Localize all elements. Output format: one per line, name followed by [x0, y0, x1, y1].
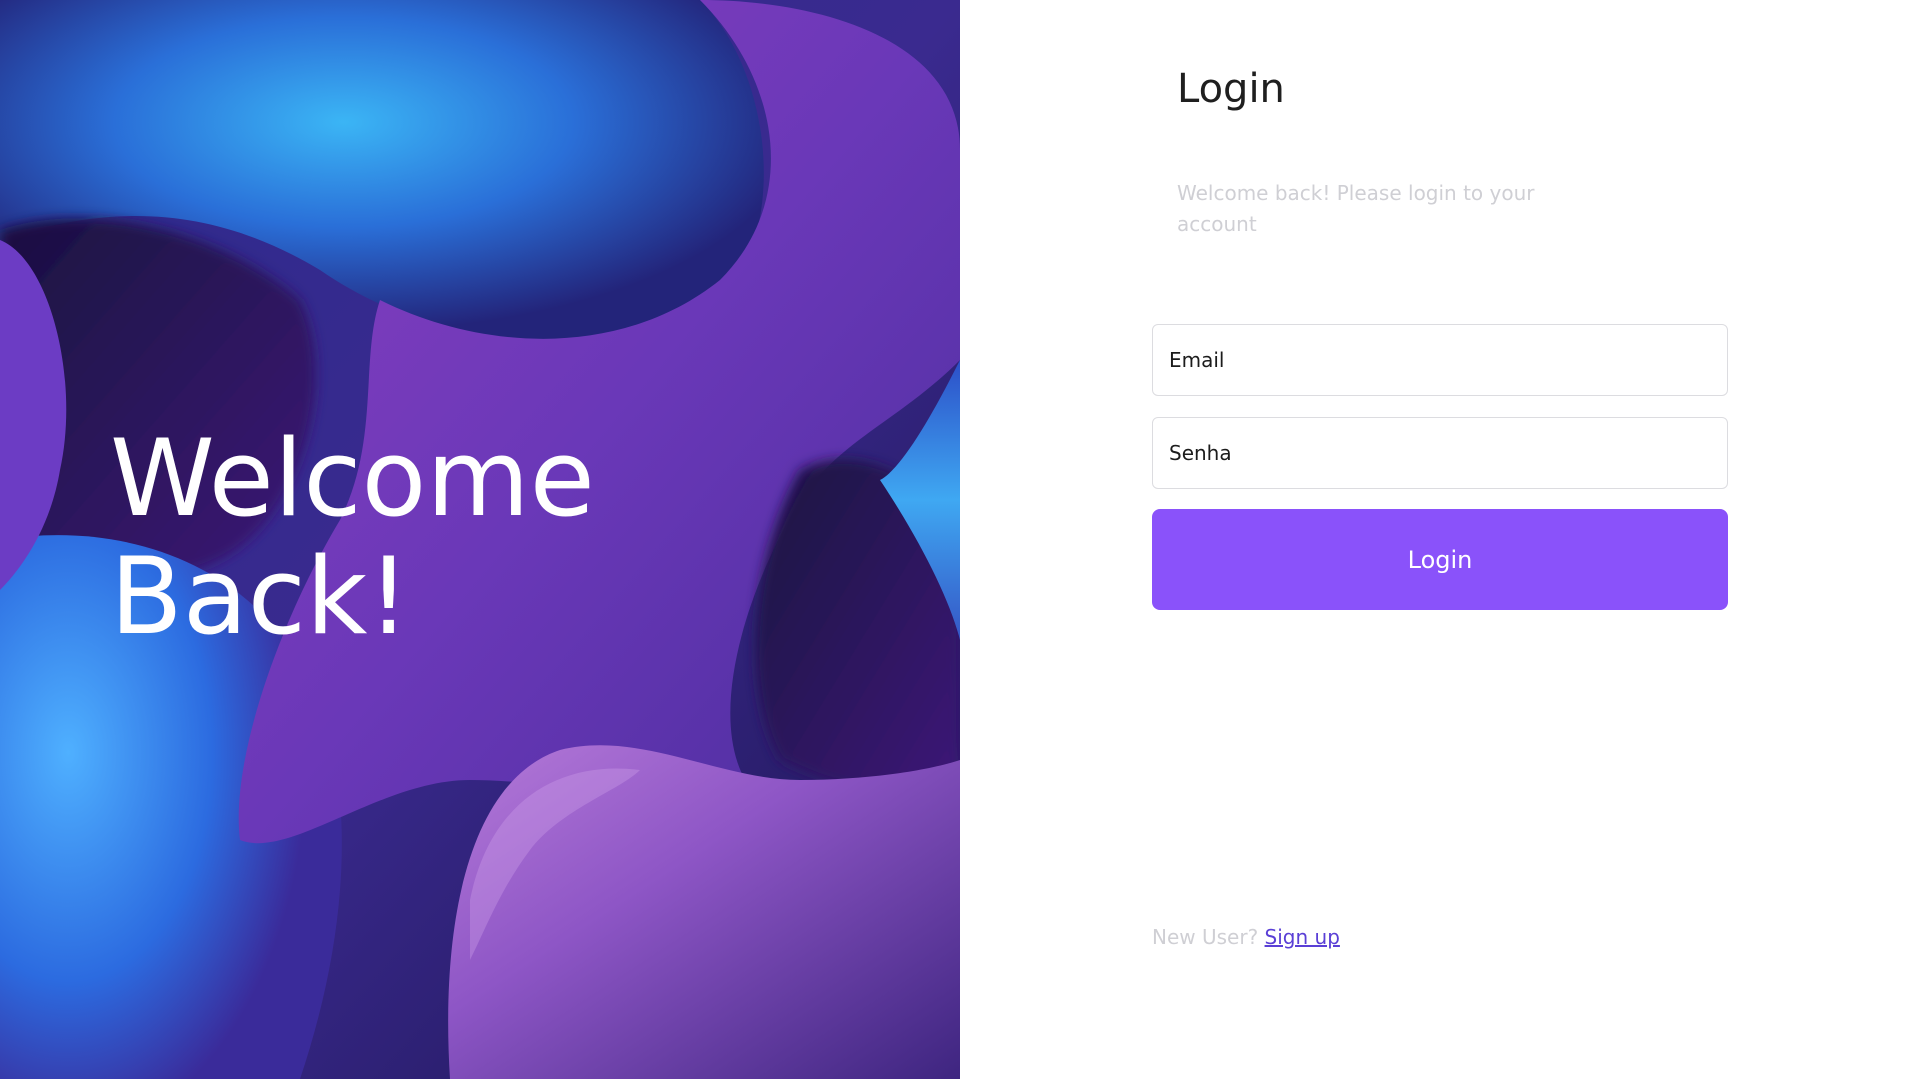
- login-subtitle: Welcome back! Please login to your accou…: [1177, 181, 1535, 236]
- login-button[interactable]: Login: [1152, 509, 1728, 610]
- hero-welcome-title: Welcome Back!: [110, 420, 810, 656]
- hero-panel: Welcome Back!: [0, 0, 960, 1079]
- password-field[interactable]: [1152, 417, 1728, 489]
- signup-row: New User? Sign up: [1152, 925, 1340, 949]
- signup-prompt: New User?: [1152, 925, 1259, 949]
- signup-link[interactable]: Sign up: [1265, 925, 1340, 949]
- login-page: Welcome Back! Login Welcome back! Please…: [0, 0, 1919, 1079]
- hero-title-line2: Back!: [110, 535, 410, 658]
- hero-title-line1: Welcome: [110, 417, 595, 540]
- email-field[interactable]: [1152, 324, 1728, 396]
- login-form-panel: Login Welcome back! Please login to your…: [960, 0, 1919, 1079]
- login-heading: Login: [1177, 66, 1285, 112]
